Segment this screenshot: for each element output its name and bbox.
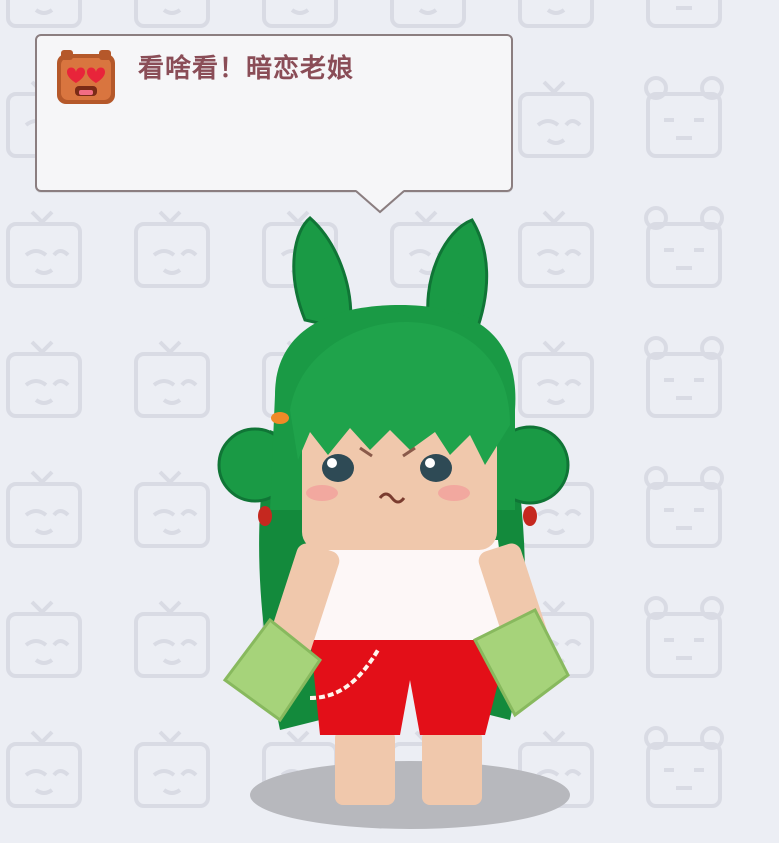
- heart-eyes-bear-icon: [57, 50, 115, 104]
- avatar-shadow: [250, 761, 570, 829]
- chat-bubble: 看啥看！暗恋老娘: [35, 34, 513, 192]
- player-avatar[interactable]: [210, 210, 590, 840]
- avatar-top: [310, 540, 510, 640]
- chat-message: 看啥看！暗恋老娘: [138, 54, 355, 84]
